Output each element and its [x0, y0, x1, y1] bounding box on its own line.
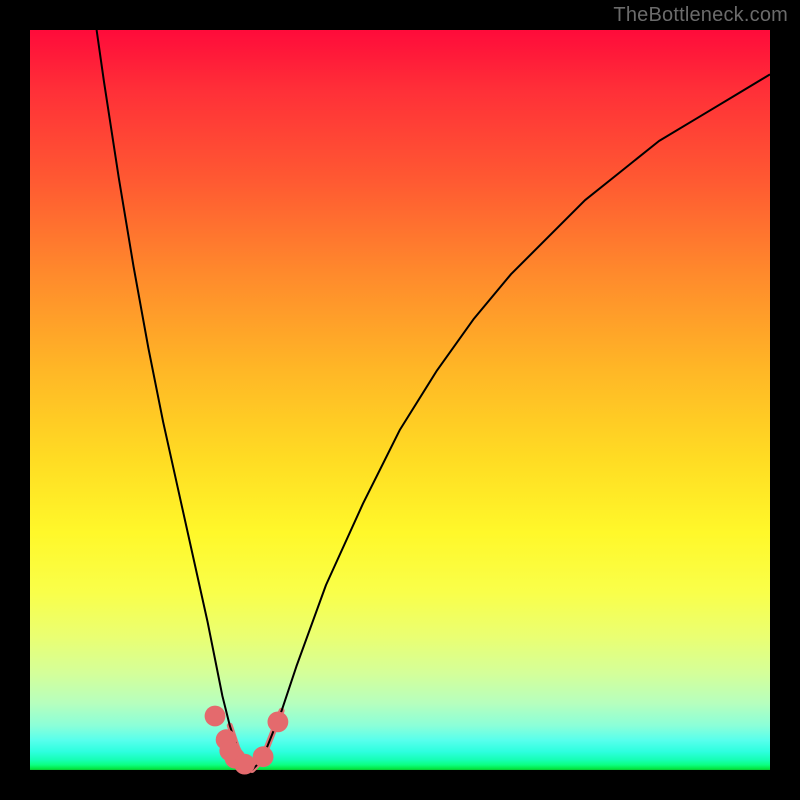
watermark-text: TheBottleneck.com — [613, 4, 788, 27]
curve-layer — [30, 30, 770, 770]
marker-dot — [234, 754, 255, 775]
bottleneck-curve-path — [97, 30, 770, 770]
chart-frame: TheBottleneck.com — [0, 0, 800, 800]
marker-dot — [268, 712, 289, 733]
plot-area — [30, 30, 770, 770]
bottleneck-curve — [97, 30, 770, 770]
marker-dot — [205, 706, 226, 727]
marker-dots — [205, 706, 289, 775]
marker-dot — [253, 746, 274, 767]
